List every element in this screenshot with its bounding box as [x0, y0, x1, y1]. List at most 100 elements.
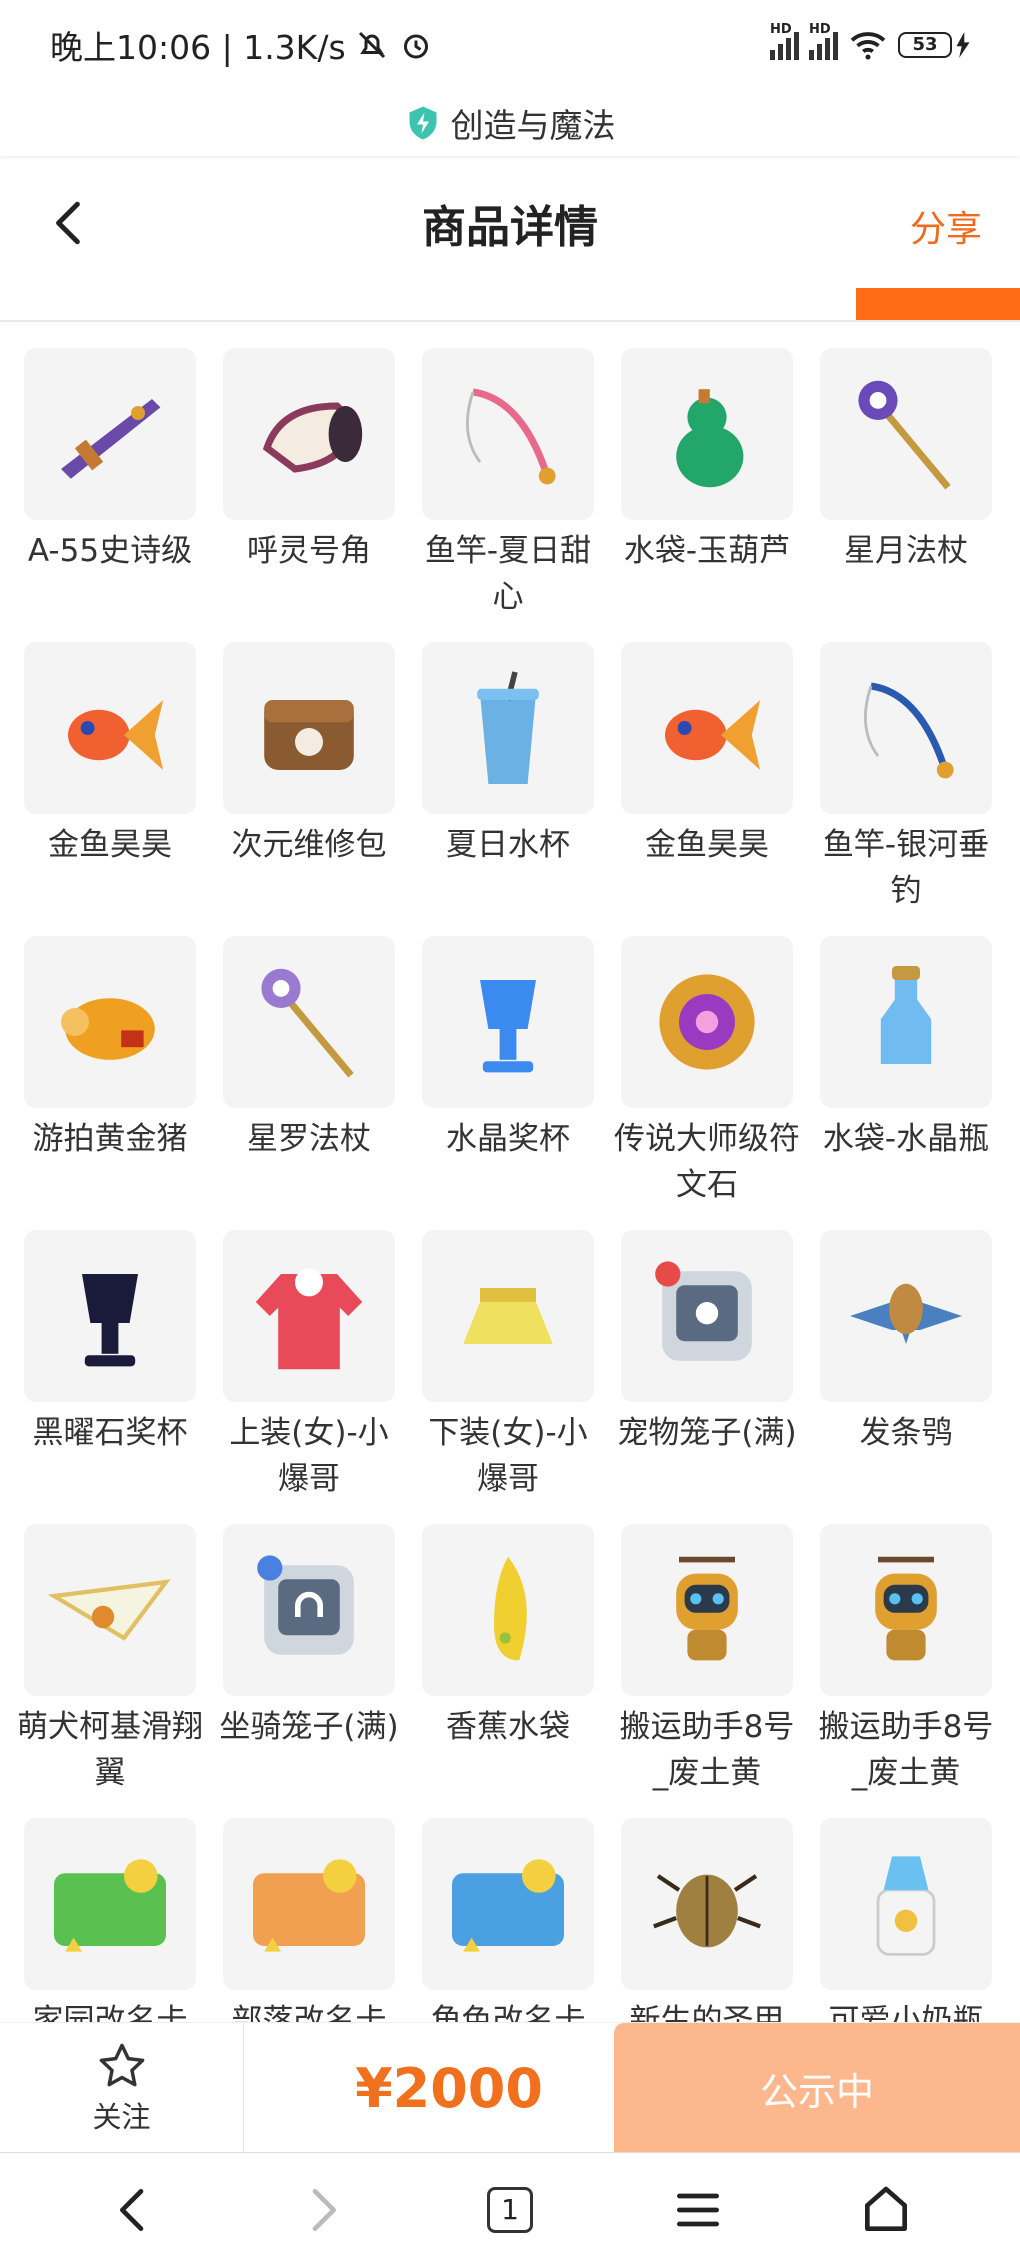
item-card[interactable]: 鱼竿-银河垂钓 [820, 642, 992, 936]
item-thumbnail [820, 348, 992, 520]
robot-icon [676, 1556, 738, 1661]
item-thumbnail [820, 642, 992, 814]
item-thumbnail [422, 1524, 594, 1696]
bottle-icon [880, 966, 932, 1064]
item-card[interactable]: 鱼竿-夏日甜心 [422, 348, 594, 642]
charging-icon [956, 32, 970, 58]
hoodie-icon [255, 1268, 363, 1370]
item-card[interactable]: 呼灵号角 [223, 348, 395, 642]
item-label: 次元维修包 [231, 827, 387, 863]
item-thumbnail [223, 348, 395, 520]
item-thumbnail [24, 1818, 196, 1990]
signal-icon: HD [770, 22, 799, 60]
item-thumbnail [820, 1230, 992, 1402]
item-label: A-55史诗级 [27, 533, 193, 569]
item-thumbnail [422, 348, 594, 520]
item-card[interactable]: 萌犬柯基滑翔翼 [17, 1524, 203, 1818]
item-label: 上装(女)-小爆哥 [229, 1415, 389, 1497]
staff-icon [858, 380, 951, 490]
menu-button[interactable] [663, 2175, 733, 2245]
item-card[interactable]: 下装(女)-小爆哥 [422, 1230, 594, 1524]
rune-stone-icon [659, 974, 755, 1070]
item-label: 鱼竿-夏日甜心 [424, 533, 592, 615]
trophy-icon [480, 980, 536, 1073]
shield-icon [409, 106, 436, 140]
mount-cage-icon [257, 1555, 354, 1655]
item-label: 坐骑笼子(满) [219, 1709, 399, 1745]
item-label: 发条鸮 [859, 1415, 953, 1451]
item-label: 夏日水杯 [446, 827, 570, 863]
item-card[interactable]: 香蕉水袋 [422, 1524, 594, 1818]
owl-icon [850, 1283, 962, 1344]
status-right: HD HD 53 [770, 22, 970, 61]
item-card[interactable]: 水晶奖杯 [422, 936, 594, 1230]
back-arrow-icon[interactable] [44, 196, 94, 250]
item-card[interactable]: 宠物笼子(满) [617, 1230, 797, 1524]
home-icon [865, 2186, 907, 2231]
item-thumbnail [223, 1230, 395, 1402]
action-bar: 关注 ¥2000 公示中 [0, 2022, 1020, 2153]
item-label: 金鱼昊昊 [48, 827, 172, 863]
share-button[interactable]: 分享 [910, 200, 982, 252]
item-thumbnail [422, 642, 594, 814]
item-thumbnail [24, 1524, 196, 1696]
item-card[interactable]: 游拍黄金猪 [24, 936, 196, 1230]
item-card[interactable]: 夏日水杯 [422, 642, 594, 936]
status-cta-button[interactable]: 公示中 [614, 2023, 1020, 2153]
item-thumbnail [621, 1818, 793, 1990]
tab-count: 1 [487, 2187, 533, 2233]
nav-forward-button[interactable] [287, 2175, 357, 2245]
item-card[interactable]: A-55史诗级 [24, 348, 196, 642]
item-label: 传说大师级符文石 [614, 1121, 800, 1203]
item-card[interactable]: 发条鸮 [820, 1230, 992, 1524]
item-label: 呼灵号角 [247, 533, 371, 569]
accent-bar [856, 288, 1020, 320]
fishing-rod-icon [864, 682, 954, 779]
trophy-icon [82, 1274, 138, 1367]
item-card[interactable]: 搬运助手8号_废土黄 [819, 1524, 993, 1818]
follow-button[interactable]: 关注 [0, 2023, 244, 2153]
item-label: 水袋-水晶瓶 [822, 1121, 990, 1157]
menu-icon [677, 2193, 719, 2227]
pig-icon [61, 998, 155, 1060]
status-bar: 晚上10:06 | 1.3K/s HD HD 53 [0, 0, 1020, 90]
item-card[interactable]: 水袋-玉葫芦 [621, 348, 793, 642]
browser-nav-bar: 1 [0, 2152, 1020, 2267]
item-thumbnail [422, 1818, 594, 1990]
item-label: 金鱼昊昊 [645, 827, 769, 863]
horn-icon [262, 402, 363, 473]
item-card[interactable]: 金鱼昊昊 [621, 642, 793, 936]
signal-icon: HD [809, 22, 838, 60]
item-grid: A-55史诗级 呼灵号角 鱼竿-夏日甜心 水袋-玉葫芦 星月法杖金鱼昊昊 次元维修包 夏日水… [17, 348, 1004, 2112]
item-card[interactable]: 星罗法杖 [223, 936, 395, 1230]
signal-badge: HD [809, 22, 831, 37]
app-name: 创造与魔法 [450, 106, 616, 145]
nav-back-button[interactable] [99, 2175, 169, 2245]
item-card[interactable]: 坐骑笼子(满) [219, 1524, 399, 1818]
tabs-button[interactable]: 1 [475, 2175, 545, 2245]
item-card[interactable]: 黑曜石奖杯 [24, 1230, 196, 1524]
card-icon [253, 1859, 365, 1952]
status-time: 晚上10:06 | 1.3K/s [50, 28, 346, 67]
item-label: 搬运助手8号_废土黄 [619, 1709, 795, 1791]
divider [0, 320, 1020, 322]
item-card[interactable]: 次元维修包 [223, 642, 395, 936]
item-card[interactable]: 上装(女)-小爆哥 [223, 1230, 395, 1524]
item-card[interactable]: 金鱼昊昊 [24, 642, 196, 936]
item-thumbnail [422, 1230, 594, 1402]
item-card[interactable]: 传说大师级符文石 [614, 936, 800, 1230]
mute-bell-icon [358, 31, 385, 59]
bag-icon [264, 700, 354, 770]
signal-badge: HD [770, 22, 792, 37]
pet-cage-icon [655, 1261, 752, 1361]
rifle-icon [61, 399, 161, 479]
star-icon [99, 2043, 144, 2087]
item-label: 游拍黄金猪 [32, 1121, 188, 1157]
home-button[interactable] [851, 2175, 921, 2245]
item-thumbnail [621, 1524, 793, 1696]
item-card[interactable]: 水袋-水晶瓶 [820, 936, 992, 1230]
item-card[interactable]: 搬运助手8号_废土黄 [620, 1524, 794, 1818]
item-card[interactable]: 星月法杖 [820, 348, 992, 642]
item-label: 星月法杖 [844, 533, 968, 569]
app-title-strip: 创造与魔法 [0, 90, 1020, 156]
